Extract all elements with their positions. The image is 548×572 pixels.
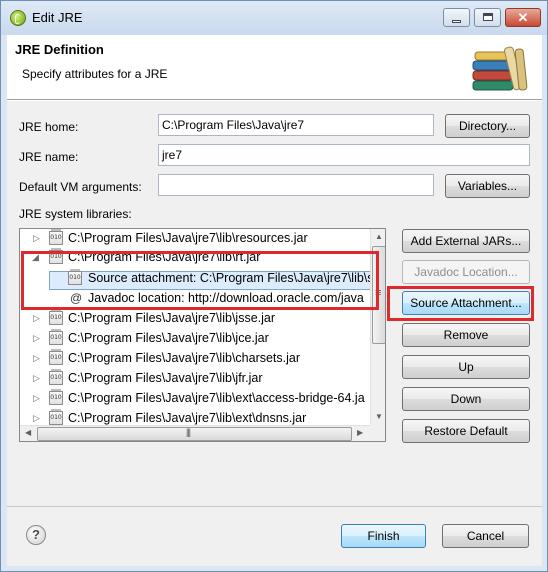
help-icon[interactable]: ? [26,525,46,545]
expand-arrow-icon[interactable]: ▷ [33,353,41,363]
variables-button[interactable]: Variables... [445,174,530,198]
expand-arrow-icon[interactable]: ▷ [33,333,41,343]
highlight-box-button [387,286,534,321]
header-description: Specify attributes for a JRE [22,67,168,81]
up-button[interactable]: Up [402,355,530,379]
jre-home-field[interactable]: C:\Program Files\Java\jre7 [158,114,434,136]
jar-icon: 010 [49,329,63,345]
jre-name-field[interactable]: jre7 [158,144,530,166]
scroll-up-arrow-icon[interactable]: ▲ [375,232,383,241]
footer-separator [7,506,542,507]
jar-icon: 010 [49,349,63,365]
scroll-left-arrow-icon[interactable]: ◀ [25,428,31,437]
expand-arrow-icon[interactable]: ▷ [33,313,41,323]
scroll-down-arrow-icon[interactable]: ▼ [375,412,383,421]
cancel-button[interactable]: Cancel [442,524,529,548]
down-button[interactable]: Down [402,387,530,411]
dialog-header: JRE Definition Specify attributes for a … [7,35,542,99]
finish-button[interactable]: Finish [341,524,426,548]
libraries-label: JRE system libraries: [19,207,132,221]
remove-button[interactable]: Remove [402,323,530,347]
restore-default-button[interactable]: Restore Default [402,419,530,443]
horizontal-scroll-thumb[interactable] [37,427,352,441]
minimize-button[interactable] [443,8,470,27]
tree-item-jce-jar[interactable]: ▷ 010 C:\Program Files\Java\jre7\lib\jce… [20,329,373,349]
highlight-box-tree [21,251,379,310]
tree-item-label: C:\Program Files\Java\jre7\lib\ext\acces… [68,391,365,405]
scroll-right-arrow-icon[interactable]: ▶ [357,428,363,437]
expand-arrow-icon[interactable]: ▷ [33,413,41,423]
jar-icon: 010 [49,369,63,385]
expand-arrow-icon[interactable]: ▷ [33,373,41,383]
title-bar[interactable]: Edit JRE ✕ [1,1,547,35]
vm-args-field[interactable] [158,174,434,196]
expand-arrow-icon[interactable]: ▷ [33,393,41,403]
close-button[interactable]: ✕ [505,8,541,27]
jre-name-label: JRE name: [19,150,79,164]
javadoc-location-button[interactable]: Javadoc Location... [402,260,530,284]
jar-icon: 010 [49,409,63,425]
vm-args-label: Default VM arguments: [19,180,142,194]
tree-item-jfr-jar[interactable]: ▷ 010 C:\Program Files\Java\jre7\lib\jfr… [20,369,373,389]
tree-item-label: C:\Program Files\Java\jre7\lib\jce.jar [68,331,269,345]
tree-item-label: C:\Program Files\Java\jre7\lib\ext\dnsns… [68,411,307,425]
tree-item-jsse-jar[interactable]: ▷ 010 C:\Program Files\Java\jre7\lib\jss… [20,309,373,329]
tree-item-resources-jar[interactable]: ▷ 010 C:\Program Files\Java\jre7\lib\res… [20,229,373,249]
jar-icon: 010 [49,389,63,405]
tree-item-label: C:\Program Files\Java\jre7\lib\charsets.… [68,351,301,365]
header-title: JRE Definition [15,42,104,57]
library-books-icon [472,46,528,91]
jre-home-label: JRE home: [19,120,79,134]
jar-icon: 010 [49,229,63,245]
tree-item-access-bridge-jar[interactable]: ▷ 010 C:\Program Files\Java\jre7\lib\ext… [20,389,373,409]
eclipse-icon [10,10,26,26]
tree-item-label: C:\Program Files\Java\jre7\lib\jfr.jar [68,371,263,385]
window-title: Edit JRE [32,10,83,25]
edit-jre-dialog: Edit JRE ✕ JRE Definition Specify attrib… [0,0,548,572]
directory-button[interactable]: Directory... [445,114,530,138]
expand-arrow-icon[interactable]: ▷ [33,233,41,243]
tree-item-label: C:\Program Files\Java\jre7\lib\jsse.jar [68,311,276,325]
horizontal-scrollbar[interactable]: ◀ ▶ [20,425,370,441]
tree-item-label: C:\Program Files\Java\jre7\lib\resources… [68,231,308,245]
scroll-corner [370,425,385,441]
jar-icon: 010 [49,309,63,325]
dialog-content: JRE Definition Specify attributes for a … [7,35,542,566]
tree-item-charsets-jar[interactable]: ▷ 010 C:\Program Files\Java\jre7\lib\cha… [20,349,373,369]
maximize-button[interactable] [474,8,501,27]
header-separator-highlight [7,100,542,101]
add-external-jars-button[interactable]: Add External JARs... [402,229,530,253]
